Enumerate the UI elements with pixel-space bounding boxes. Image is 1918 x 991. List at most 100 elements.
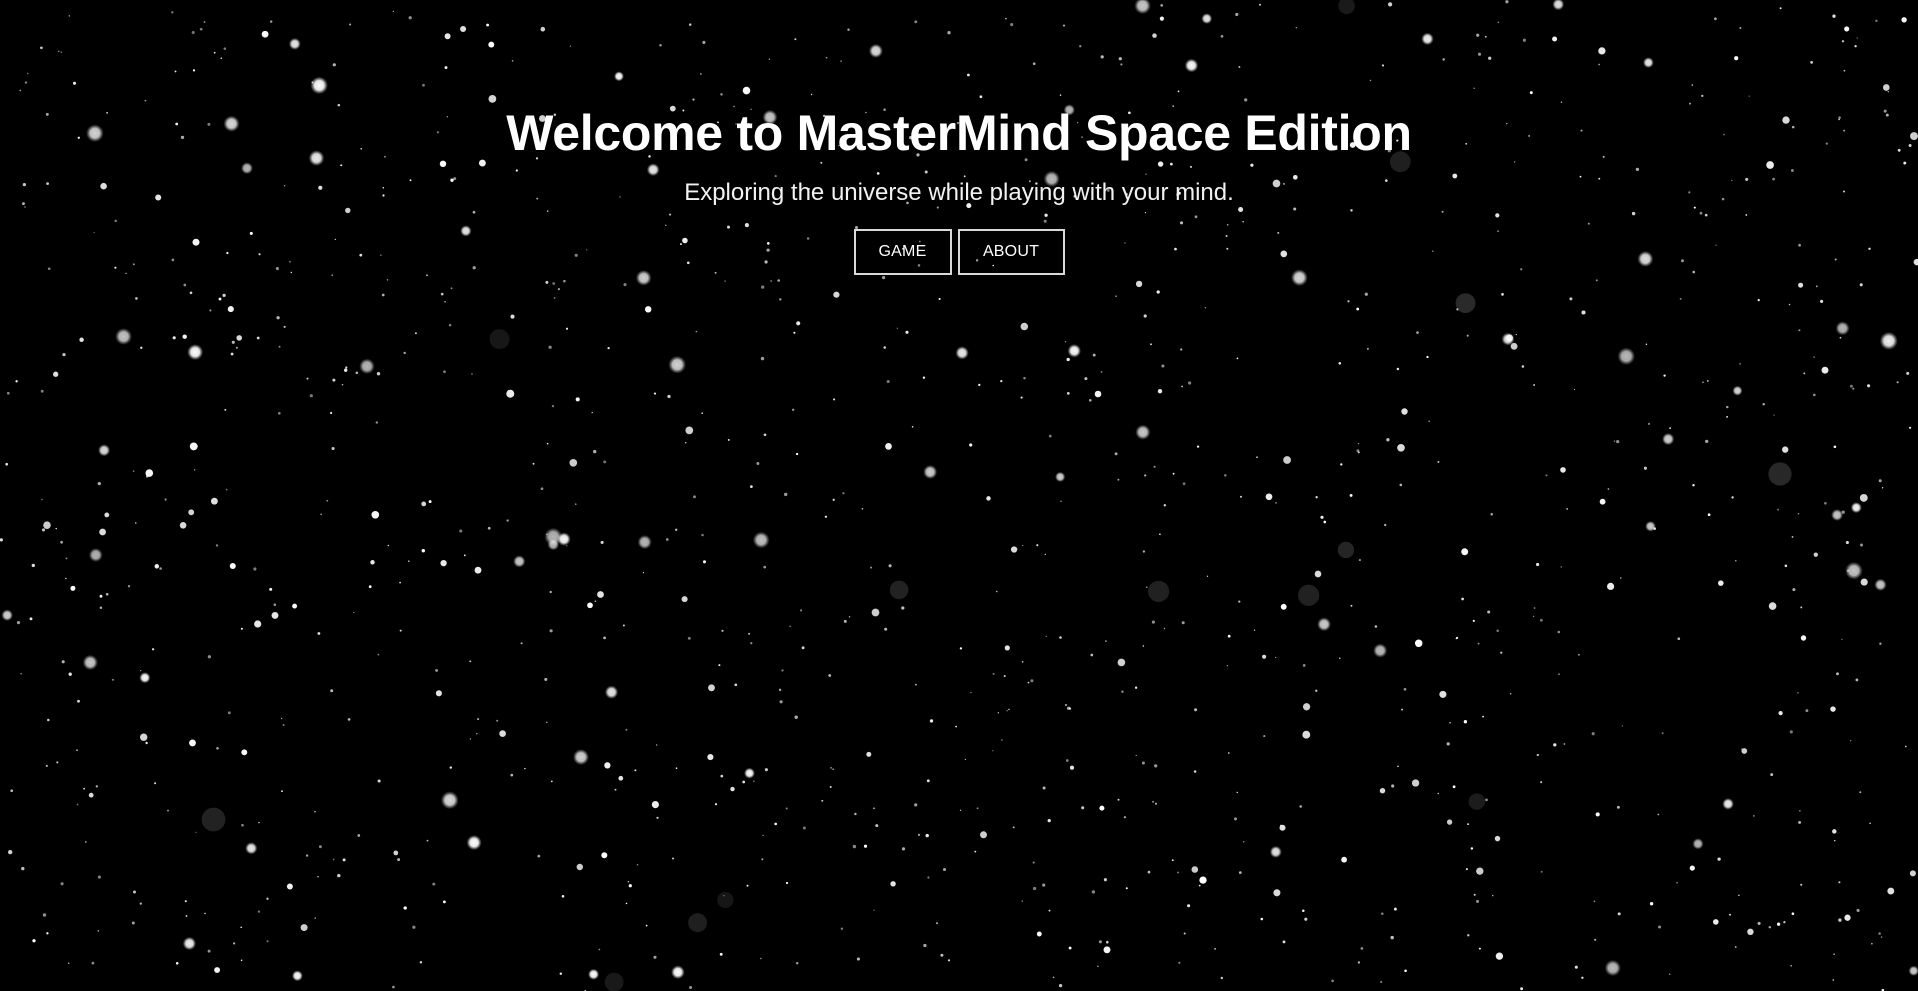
star — [403, 906, 407, 910]
star — [1536, 562, 1540, 567]
star — [1832, 829, 1837, 834]
star — [1465, 868, 1468, 871]
star — [1850, 502, 1862, 514]
star — [1533, 384, 1536, 386]
star — [1859, 493, 1868, 502]
star — [540, 487, 544, 491]
star — [1739, 363, 1741, 365]
star — [572, 749, 590, 766]
star — [224, 408, 227, 411]
star — [964, 758, 967, 761]
star — [213, 51, 216, 54]
star — [1142, 550, 1146, 553]
star — [604, 972, 624, 991]
star — [889, 580, 909, 600]
star — [763, 433, 767, 437]
star — [1617, 912, 1621, 916]
star — [1560, 566, 1562, 568]
star — [1573, 388, 1576, 391]
star — [1244, 98, 1248, 102]
star — [828, 674, 832, 677]
star — [140, 346, 143, 349]
star — [392, 10, 394, 13]
star — [1824, 502, 1827, 505]
star — [203, 21, 206, 23]
star — [241, 823, 244, 827]
star — [1105, 640, 1107, 642]
star — [959, 809, 962, 811]
star — [1713, 919, 1719, 925]
star — [1391, 784, 1395, 788]
star — [793, 331, 796, 334]
star — [1613, 440, 1616, 442]
star — [718, 664, 721, 667]
star — [1566, 508, 1568, 510]
about-button[interactable]: ABOUT — [957, 229, 1065, 275]
star — [1387, 2, 1393, 7]
star — [1484, 35, 1487, 38]
game-button[interactable]: GAME — [853, 229, 952, 275]
star — [1657, 813, 1660, 816]
star — [980, 831, 987, 839]
star — [1042, 883, 1046, 887]
star — [1849, 384, 1853, 388]
star — [127, 585, 131, 588]
star — [280, 717, 283, 720]
star — [0, 538, 3, 542]
star — [1797, 692, 1799, 694]
star — [684, 442, 687, 444]
star — [1022, 544, 1024, 547]
star — [598, 948, 601, 951]
star — [976, 807, 979, 810]
star — [240, 627, 243, 630]
star — [901, 606, 905, 610]
star — [223, 47, 227, 50]
star — [1467, 934, 1470, 937]
star — [770, 280, 772, 282]
star — [1496, 629, 1499, 633]
star — [1770, 773, 1774, 777]
star — [444, 301, 446, 303]
star — [1803, 372, 1806, 375]
star — [220, 57, 223, 59]
star — [1800, 883, 1803, 886]
star — [257, 910, 261, 913]
star — [1426, 355, 1429, 359]
star — [1161, 364, 1165, 368]
star — [1282, 940, 1286, 944]
star — [866, 751, 872, 757]
star — [824, 515, 828, 518]
star — [569, 45, 572, 47]
star — [201, 807, 226, 832]
star — [258, 821, 260, 824]
star — [1055, 471, 1066, 483]
star — [440, 791, 459, 810]
star — [241, 749, 248, 756]
star — [1722, 798, 1734, 810]
star — [1347, 300, 1350, 303]
star — [668, 355, 687, 374]
star — [1491, 894, 1494, 897]
star — [720, 93, 723, 96]
star — [600, 540, 604, 544]
star — [31, 563, 35, 568]
star — [377, 779, 381, 783]
star — [6, 391, 10, 395]
star — [1260, 917, 1264, 921]
star — [45, 764, 48, 768]
star — [62, 352, 66, 357]
star — [1193, 770, 1197, 773]
star — [376, 372, 381, 376]
star — [1098, 940, 1102, 944]
star — [440, 292, 444, 296]
star — [761, 285, 765, 289]
star — [763, 565, 767, 569]
star — [1106, 940, 1109, 944]
star — [1183, 932, 1186, 935]
star — [1500, 651, 1503, 654]
star — [440, 559, 447, 567]
star — [499, 730, 506, 737]
star — [905, 330, 909, 334]
star — [1875, 19, 1878, 22]
star — [1896, 381, 1899, 384]
